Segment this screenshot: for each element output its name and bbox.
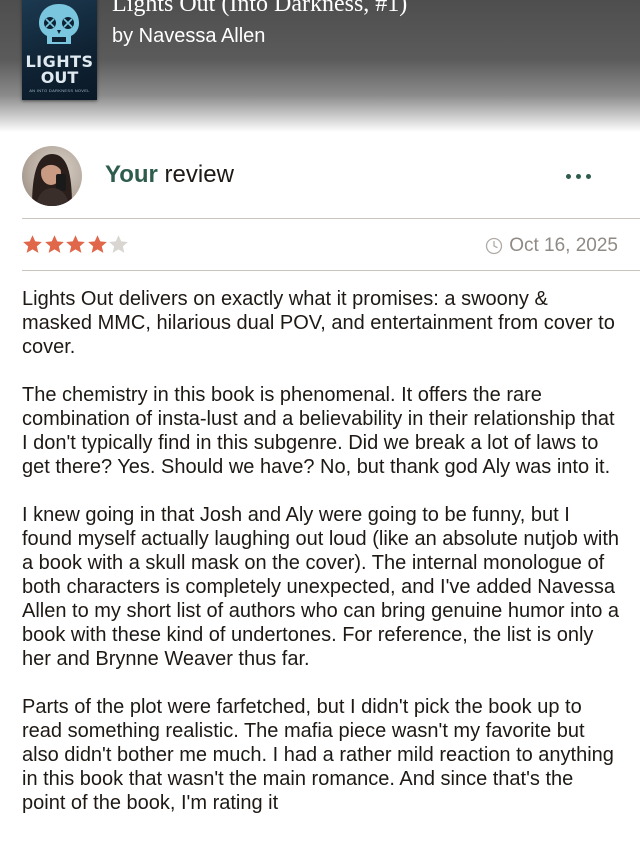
avatar[interactable] bbox=[22, 146, 82, 206]
divider bbox=[22, 270, 640, 271]
review-heading-your: Your bbox=[105, 161, 158, 188]
clock-icon bbox=[486, 237, 503, 255]
book-title[interactable]: Lights Out (Into Darkness, #1) bbox=[112, 0, 407, 18]
review-paragraph: Parts of the plot were farfetched, but I… bbox=[22, 696, 614, 814]
star-filled-icon bbox=[66, 235, 85, 253]
book-cover[interactable]: LIGHTS OUT AN INTO DARKNESS NOVEL bbox=[22, 0, 97, 100]
more-options-button[interactable] bbox=[560, 166, 596, 186]
user-photo bbox=[32, 154, 72, 206]
star-filled-icon bbox=[87, 235, 107, 253]
review-paragraph: The chemistry in this book is phenomenal… bbox=[22, 384, 615, 478]
review-date: Oct 16, 2025 bbox=[485, 235, 618, 257]
star-empty-icon bbox=[109, 235, 128, 253]
review-paragraph: Lights Out delivers on exactly what it p… bbox=[22, 288, 615, 358]
divider bbox=[22, 218, 640, 219]
more-options-dot bbox=[585, 173, 591, 179]
review-heading: Your review bbox=[105, 161, 234, 189]
cover-subtitle: AN INTO DARKNESS NOVEL bbox=[29, 88, 90, 93]
more-options-dot bbox=[565, 173, 571, 179]
skull-icon bbox=[39, 4, 79, 44]
star-filled-icon bbox=[44, 235, 64, 253]
review-date-text: Oct 16, 2025 bbox=[509, 235, 618, 256]
review-body: Lights Out delivers on exactly what it p… bbox=[22, 287, 622, 839]
star-filled-icon bbox=[23, 235, 42, 253]
more-options-dot bbox=[575, 173, 581, 179]
cover-title-line-2: OUT bbox=[40, 68, 79, 87]
book-header: LIGHTS OUT AN INTO DARKNESS NOVEL Lights… bbox=[0, 0, 640, 132]
star-rating bbox=[22, 234, 130, 255]
review-paragraph: I knew going in that Josh and Aly were g… bbox=[22, 504, 620, 670]
review-heading-label: review bbox=[157, 161, 234, 188]
book-author[interactable]: by Navessa Allen bbox=[112, 25, 265, 48]
